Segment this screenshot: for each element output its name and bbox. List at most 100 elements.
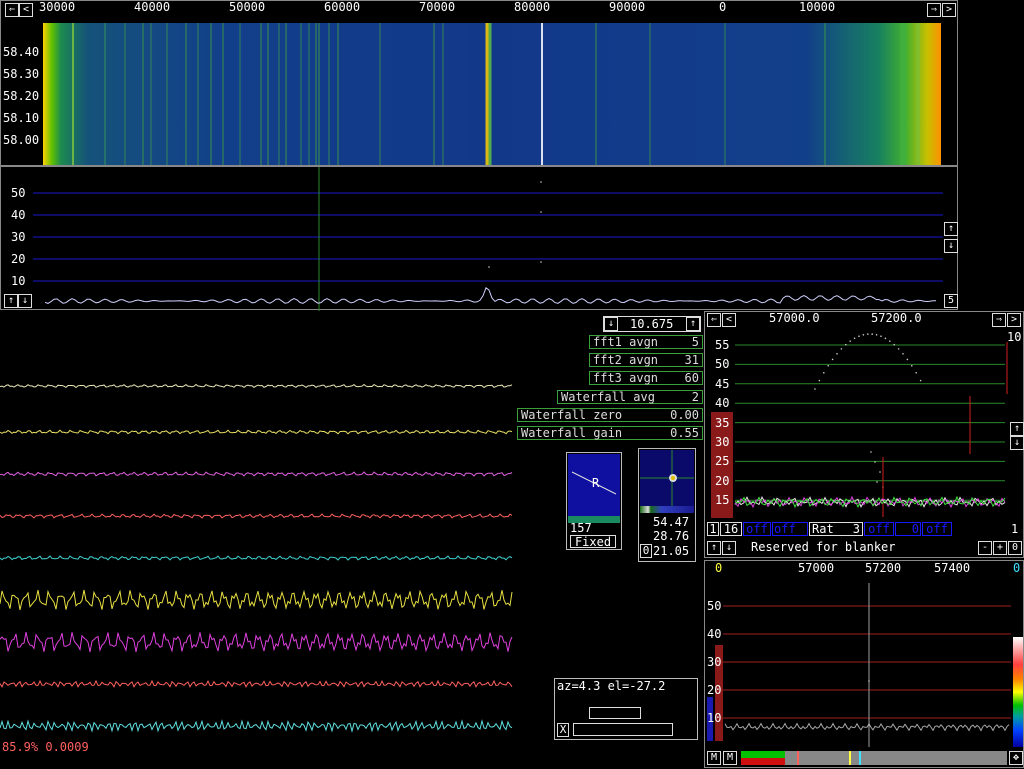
baseband-y-tick: 50: [707, 599, 722, 613]
param-label: Waterfall avg: [561, 390, 655, 404]
azel-input-1[interactable]: [589, 707, 641, 719]
signal-plot-panel: 54.47 28.76 0 21.05: [638, 448, 696, 562]
baseband-panel[interactable]: 0 57000 57200 57400 0 50 40 30 20 10 M M ✥: [704, 560, 1024, 768]
baseband-y-tick: 40: [707, 627, 722, 641]
waterfall-freq-tick: 50000: [229, 0, 266, 14]
baseband-color-scale: [1013, 637, 1023, 747]
param-value: 0.55: [670, 426, 699, 440]
time-traces: [0, 383, 513, 733]
waterfall-shift-right-button[interactable]: ⇒: [927, 3, 941, 17]
param-row-2[interactable]: fft3 avgn 60: [589, 371, 703, 385]
signal-constellation: [640, 450, 694, 506]
hires-off-1[interactable]: off: [743, 522, 771, 536]
param-label: fft1 avgn: [593, 335, 659, 349]
hires-zero-button[interactable]: 0: [1008, 541, 1022, 555]
spectrum-gain-down-button[interactable]: ↓: [944, 239, 958, 253]
baseband-m1-button[interactable]: M: [707, 751, 721, 765]
waterfall-freq-tick: 70000: [419, 0, 456, 14]
hires-right-label: 10: [1007, 330, 1022, 344]
hires-off-4[interactable]: 0: [895, 522, 921, 536]
param-row-3[interactable]: Waterfall avg 2: [557, 390, 703, 404]
hires-y-tick: 15: [715, 493, 730, 508]
hires-bottom-right-label: 1: [1011, 522, 1019, 536]
param-label: fft2 avgn: [593, 353, 659, 367]
param-label: fft3 avgn: [593, 371, 659, 385]
spectrum-plot: [33, 167, 943, 311]
hires-reserved-text: Reserved for blanker: [751, 540, 896, 554]
hires-y-tick: 40: [715, 396, 730, 411]
status-text: 85.9% 0.0009: [2, 740, 89, 754]
waterfall-time-tick: 58.20: [3, 89, 40, 103]
hires-panel[interactable]: ⇐ < ⇒ > 57000.0 57200.0 55 50 45 40 35 30 25 20…: [704, 311, 1024, 558]
hires-minus-button[interactable]: -: [978, 541, 992, 555]
hires-gain-down-button[interactable]: ↓: [1010, 436, 1024, 450]
s-meter-panel: R 157 Fixed: [566, 452, 622, 550]
hires-off-5[interactable]: off: [922, 522, 952, 536]
waterfall-freq-tick: 60000: [324, 0, 361, 14]
param-row-1[interactable]: fft2 avgn 31: [589, 353, 703, 367]
baseband-level-bar[interactable]: [741, 751, 1007, 765]
spectrum-down-button[interactable]: ↓: [18, 294, 32, 308]
bandwidth-up-button[interactable]: ↑: [686, 317, 700, 331]
hires-y-tick: 30: [715, 435, 730, 449]
azel-input-2[interactable]: [573, 723, 673, 736]
s-meter-dial: R: [568, 454, 620, 516]
hires-btn-1[interactable]: 1: [707, 522, 719, 536]
bandwidth-value: 10.675: [630, 317, 674, 331]
param-row-0[interactable]: fft1 avgn 5: [589, 335, 703, 349]
bandwidth-box[interactable]: ↓ 10.675 ↑: [603, 316, 701, 332]
hires-y-tick: 25: [715, 454, 730, 469]
spectrum-panel[interactable]: 50 40 30 20 10 ↑ ↓ ↑ ↓ 5: [0, 166, 958, 311]
param-value: 31: [684, 353, 699, 367]
param-row-4[interactable]: Waterfall zero 0.00: [517, 408, 703, 422]
azel-readout: az=4.3 el=-27.2: [557, 679, 666, 693]
waterfall-scroll-left-button[interactable]: ⇐: [5, 3, 19, 17]
param-row-5[interactable]: Waterfall gain 0.55: [517, 426, 703, 440]
hires-y-tick: 35: [715, 415, 730, 430]
hires-rat-value: 3: [852, 522, 860, 536]
waterfall-freq-tick: 10000: [799, 0, 836, 14]
baseband-y-tick: 10: [707, 711, 722, 725]
spectrum-up-button[interactable]: ↑: [4, 294, 18, 308]
baseband-y-tick: 20: [707, 683, 722, 697]
spectrum-y-tick: 30: [11, 230, 26, 244]
waterfall-time-tick: 58.00: [3, 133, 40, 147]
signal-value-3: 21.05: [653, 544, 690, 558]
waterfall-image: [43, 23, 941, 165]
waterfall-freq-tick: 40000: [134, 0, 171, 14]
waterfall-panel[interactable]: ⇐ < ⇒ > 30000 40000 50000 60000 70000 80000 90…: [0, 0, 958, 166]
waterfall-scroll-right-button[interactable]: >: [942, 3, 956, 17]
hires-plus-button[interactable]: +: [993, 541, 1007, 555]
spectrum-avg-button[interactable]: 5: [944, 294, 958, 308]
baseband-m2-button[interactable]: M: [723, 751, 737, 765]
waterfall-freq-tick: 90000: [609, 0, 646, 14]
baseband-y-tick: 30: [707, 655, 722, 669]
signal-zero-button[interactable]: 0: [640, 544, 652, 558]
hires-off-2[interactable]: off: [772, 522, 808, 536]
hires-down-button[interactable]: ↓: [722, 541, 736, 555]
hires-y-tick: 55: [715, 338, 730, 352]
hires-y-tick: 50: [715, 357, 730, 372]
param-label: Waterfall gain: [521, 426, 623, 440]
hires-gain-up-button[interactable]: ↑: [1010, 422, 1024, 436]
signal-bar: [640, 506, 694, 513]
waterfall-time-tick: 58.30: [3, 67, 40, 81]
waterfall-freq-tick: 80000: [514, 0, 551, 14]
spectrum-gain-up-button[interactable]: ↑: [944, 222, 958, 236]
hires-up-button[interactable]: ↑: [707, 541, 721, 555]
baseband-plot: [707, 583, 1011, 747]
hires-btn-16[interactable]: 16: [720, 522, 742, 536]
param-label: Waterfall zero: [521, 408, 623, 422]
bandwidth-down-button[interactable]: ↓: [604, 317, 618, 331]
hires-off-3[interactable]: off: [864, 522, 894, 536]
param-value: 2: [691, 390, 699, 404]
waterfall-time-tick: 58.10: [3, 111, 40, 125]
hires-y-tick: 45: [715, 376, 730, 391]
spectrum-y-tick: 10: [11, 274, 26, 288]
s-meter-mode-button[interactable]: Fixed: [570, 535, 616, 548]
baseband-move-handle[interactable]: ✥: [1009, 751, 1023, 765]
hires-rat-box[interactable]: Rat 3: [809, 522, 863, 536]
azel-close-button[interactable]: X: [557, 723, 569, 737]
azel-panel: az=4.3 el=-27.2 X: [554, 678, 698, 740]
waterfall-shift-left-button[interactable]: <: [19, 3, 33, 17]
